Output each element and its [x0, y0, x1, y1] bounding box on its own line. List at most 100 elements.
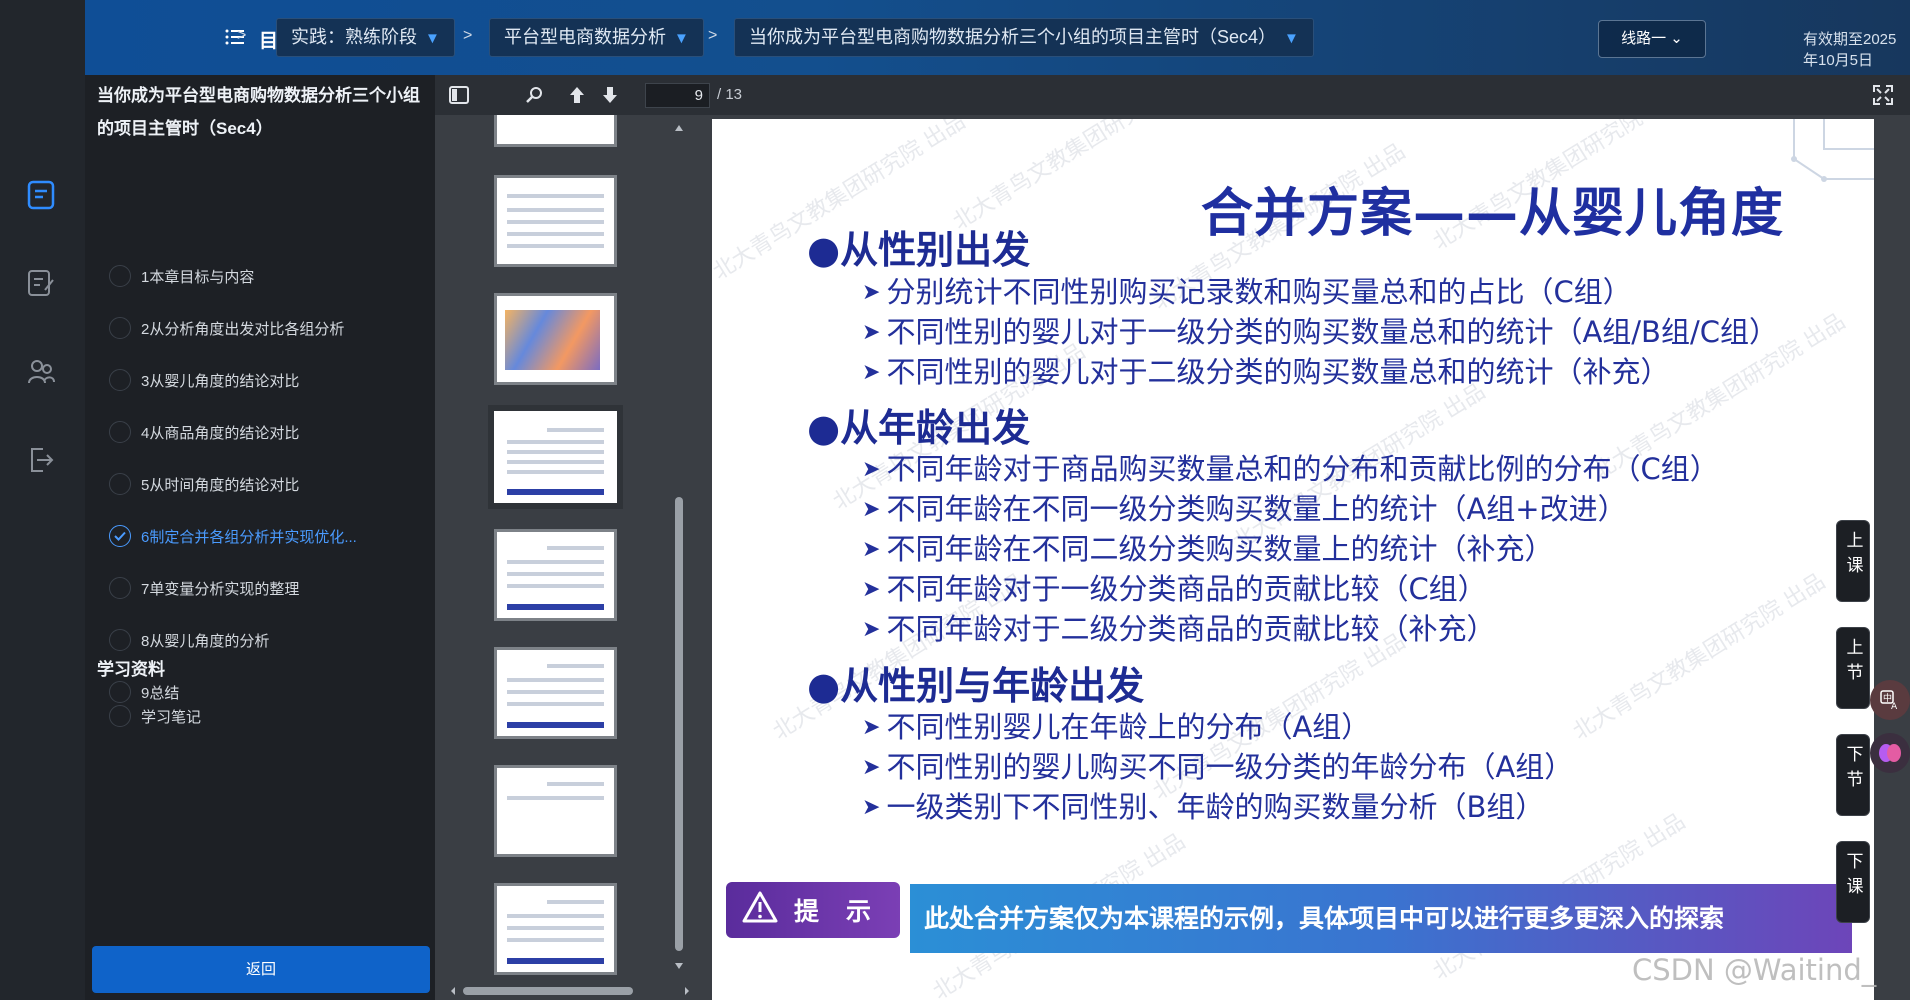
- bullet-line: 不同年龄对于一级分类商品的贡献比较（C组）: [862, 566, 1486, 608]
- previous-page-icon[interactable]: [565, 83, 589, 107]
- breadcrumb-lesson-label: 当你成为平台型电商购物数据分析三个小组的项目主管时（Sec4）: [749, 27, 1277, 47]
- thumbnail-horizontal-scrollbar[interactable]: [445, 983, 697, 1000]
- next-section-button[interactable]: 下节: [1836, 734, 1870, 816]
- route-label: 线路一: [1621, 30, 1667, 47]
- pdf-toolbar: 9 / 13: [435, 75, 1910, 115]
- course-title: 当你成为平台型电商购物数据分析三个小组的项目主管时（Sec4）: [97, 86, 420, 138]
- toc-item-label: 6制定合并各组分析并实现优化...: [141, 528, 357, 546]
- document-viewer: 北大青鸟文教集团研究院 出品 北大青鸟文教集团研究院 出品 北大青鸟文教集团研究…: [703, 115, 1910, 1000]
- next-section-label: 下节: [1843, 745, 1863, 795]
- toc-item[interactable]: 2从分析角度出发对比各组分析: [109, 313, 344, 343]
- toc-item-active[interactable]: 6制定合并各组分析并实现优化...: [109, 521, 357, 551]
- status-circle-icon: [109, 705, 131, 727]
- toc-item-label: 4从商品角度的结论对比: [141, 424, 300, 442]
- toc-item[interactable]: 8从婴儿角度的分析: [109, 625, 269, 655]
- start-class-label: 上课: [1843, 531, 1863, 581]
- page-thumbnail[interactable]: [494, 529, 617, 621]
- translate-icon[interactable]: 中A: [1870, 680, 1910, 720]
- end-class-label: 下课: [1843, 852, 1863, 902]
- svg-text:A: A: [1891, 702, 1898, 711]
- tip-text: 此处合并方案仅为本课程的示例，具体项目中可以进行更多更深入的探索: [910, 884, 1852, 953]
- search-icon[interactable]: [523, 83, 547, 107]
- breadcrumb-stage[interactable]: 实践：熟练阶段 ▼: [276, 18, 455, 57]
- materials-item-label: 学习笔记: [141, 708, 202, 726]
- toc-item[interactable]: 4从商品角度的结论对比: [109, 417, 299, 447]
- start-class-button[interactable]: 上课: [1836, 520, 1870, 602]
- next-page-icon[interactable]: [598, 83, 622, 107]
- page-thumbnail[interactable]: [494, 293, 617, 385]
- page-thumbnail-active[interactable]: [494, 411, 617, 503]
- document-icon[interactable]: [24, 178, 58, 212]
- sidebar-toggle-icon[interactable]: [447, 83, 471, 107]
- back-button[interactable]: 返回: [92, 946, 430, 993]
- breadcrumb-course-label: 平台型电商数据分析: [504, 27, 666, 47]
- toc-item-label: 2从分析角度出发对比各组分析: [141, 320, 345, 338]
- page-thumbnail[interactable]: [494, 115, 617, 147]
- breadcrumb-separator: >: [237, 27, 247, 44]
- toc-sidebar: 当你成为平台型电商购物数据分析三个小组的项目主管时（Sec4） 1本章目标与内容…: [85, 75, 435, 1000]
- page-thumbnail[interactable]: [494, 175, 617, 267]
- caret-down-icon: ▼: [425, 30, 440, 47]
- page-thumbnail[interactable]: [494, 765, 617, 857]
- chevron-down-icon: ⌄: [1666, 30, 1683, 47]
- previous-section-button[interactable]: 上节: [1836, 627, 1870, 709]
- breadcrumb-course[interactable]: 平台型电商数据分析 ▼: [489, 18, 704, 57]
- status-circle-icon: [109, 421, 131, 443]
- toc-item-label: 9总结: [141, 684, 180, 702]
- bullet-line: 不同年龄在不同一级分类购买数量上的统计（A组+改进）: [862, 486, 1626, 528]
- slide-title: 合并方案——从婴儿角度: [1200, 184, 1784, 244]
- status-circle-icon: [109, 629, 131, 651]
- breadcrumb-stage-label: 实践：熟练阶段: [291, 27, 417, 47]
- section-heading: ●从年龄出发: [807, 406, 1031, 450]
- page-total: / 13: [717, 86, 743, 103]
- breadcrumb-separator: >: [463, 27, 473, 44]
- toc-item[interactable]: 7单变量分析实现的整理: [109, 573, 299, 603]
- status-circle-icon: [109, 265, 131, 287]
- toc-item-label: 5从时间角度的结论对比: [141, 476, 300, 494]
- tip-label: 提 示: [794, 898, 881, 926]
- page-thumbnail[interactable]: [494, 883, 617, 975]
- bullet-line: 不同性别的婴儿对于一级分类的购买数量总和的统计（A组/B组/C组）: [862, 309, 1778, 351]
- toc-item[interactable]: 1本章目标与内容: [109, 261, 254, 291]
- toc-item-label: 3从婴儿角度的结论对比: [141, 372, 300, 390]
- section-heading: ●从性别出发: [807, 228, 1031, 272]
- bullet-line: 不同性别婴儿在年龄上的分布（A组）: [862, 704, 1370, 746]
- thumbnail-scrollbar[interactable]: [672, 115, 686, 983]
- thumbnail-panel: [435, 115, 703, 1000]
- top-bar: 目录 > 实践：熟练阶段▼ > 平台型电商数据分析▼ > 当你成为平台型电商购物…: [85, 0, 1910, 75]
- tip-badge: 提 示: [726, 882, 900, 938]
- ai-assistant-icon[interactable]: [1870, 733, 1910, 773]
- status-circle-icon: [109, 369, 131, 391]
- exit-icon[interactable]: [24, 443, 58, 477]
- toc-item-label: 8从婴儿角度的分析: [141, 632, 270, 650]
- toc-item[interactable]: 3从婴儿角度的结论对比: [109, 365, 299, 395]
- bullet-line: 不同性别的婴儿购买不同一级分类的年龄分布（A组）: [862, 744, 1573, 786]
- icon-rail: [0, 0, 85, 1000]
- bullet-line: 不同年龄对于商品购买数量总和的分布和贡献比例的分布（C组）: [862, 446, 1718, 488]
- toc-item[interactable]: 5从时间角度的结论对比: [109, 469, 299, 499]
- previous-section-label: 上节: [1843, 638, 1863, 688]
- toc-item-label: 7单变量分析实现的整理: [141, 580, 300, 598]
- end-class-button[interactable]: 下课: [1836, 841, 1870, 923]
- watermark: 北大青鸟文教集团研究院 出品: [1568, 568, 1830, 745]
- slide-page: 北大青鸟文教集团研究院 出品 北大青鸟文教集团研究院 出品 北大青鸟文教集团研究…: [712, 119, 1874, 1000]
- status-circle-icon: [109, 473, 131, 495]
- users-icon[interactable]: [24, 355, 58, 389]
- caret-down-icon: ▼: [1284, 30, 1299, 47]
- page-thumbnail[interactable]: [494, 647, 617, 739]
- breadcrumb-lesson[interactable]: 当你成为平台型电商购物数据分析三个小组的项目主管时（Sec4） ▼: [734, 18, 1314, 57]
- materials-item[interactable]: 学习笔记: [109, 701, 201, 731]
- toc-item-label: 1本章目标与内容: [141, 268, 255, 286]
- page-number-input[interactable]: 9: [645, 83, 710, 108]
- bullet-line: 分别统计不同性别购买记录数和购买量总和的占比（C组）: [862, 269, 1631, 311]
- bullet-line: 不同性别的婴儿对于二级分类的购买数量总和的统计（补充）: [862, 349, 1669, 391]
- route-select[interactable]: 线路一 ⌄: [1598, 20, 1706, 58]
- bullet-line: 不同年龄对于二级分类商品的贡献比较（补充）: [862, 606, 1495, 648]
- edit-notes-icon[interactable]: [24, 266, 58, 300]
- breadcrumb-separator: >: [708, 27, 718, 44]
- caret-down-icon: ▼: [674, 30, 689, 47]
- fullscreen-icon[interactable]: [1873, 85, 1893, 110]
- status-circle-icon: [109, 317, 131, 339]
- materials-heading: 学习资料: [97, 660, 165, 679]
- status-circle-icon: [109, 681, 131, 703]
